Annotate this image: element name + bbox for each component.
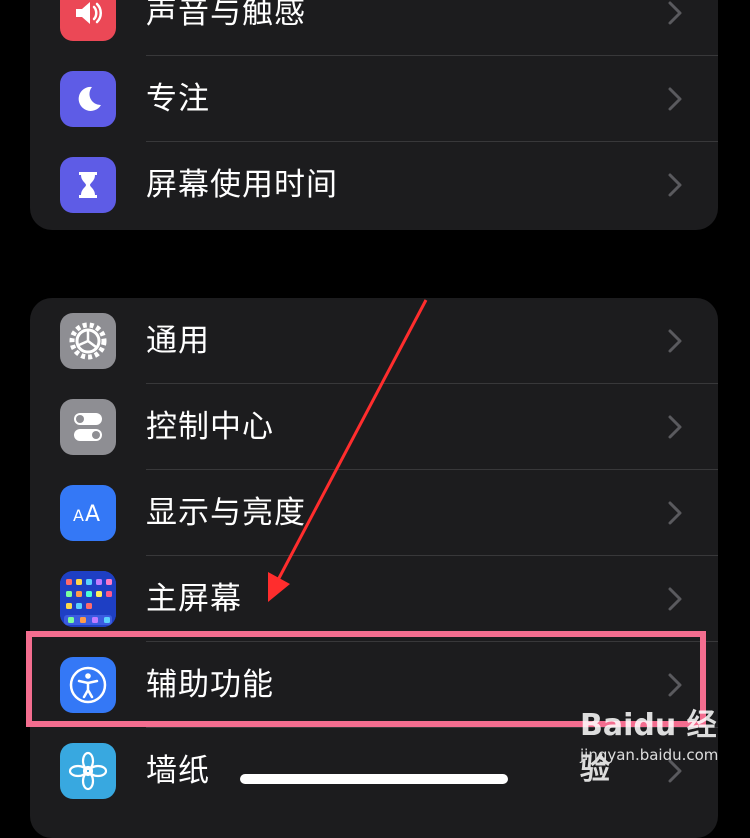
chevron-right-icon [660,84,690,114]
hourglass-icon [60,157,116,213]
row-label: 主屏幕 [146,581,242,617]
row-screen-time[interactable]: 屏幕使用时间 [30,142,718,228]
row-label: 墙纸 [146,753,210,789]
chevron-right-icon [660,498,690,528]
watermark-brand: Baidu 经验 [580,708,717,787]
row-general[interactable]: 通用 [30,298,718,384]
row-label: 通用 [146,323,210,359]
accessibility-icon [60,657,116,713]
chevron-right-icon [660,670,690,700]
settings-group-1: 声音与触感 专注 屏幕使用时间 [30,0,718,230]
chevron-right-icon [660,0,690,28]
row-label: 显示与亮度 [146,495,306,531]
gear-icon [60,313,116,369]
row-label: 声音与触感 [146,0,306,31]
row-label: 控制中心 [146,409,274,445]
svg-text:A: A [73,506,84,525]
chevron-right-icon [660,326,690,356]
home-screen-icon [60,571,116,627]
chevron-right-icon [660,412,690,442]
text-size-icon: AA [60,485,116,541]
row-display-brightness[interactable]: AA 显示与亮度 [30,470,718,556]
row-home-screen[interactable]: 主屏幕 [30,556,718,642]
row-label: 辅助功能 [146,667,274,703]
moon-icon [60,71,116,127]
row-label: 屏幕使用时间 [146,167,338,203]
row-label: 专注 [146,81,210,117]
watermark-url: jingyan.baidu.com [580,746,719,764]
toggle-icon [60,399,116,455]
home-indicator [240,774,508,784]
row-focus[interactable]: 专注 [30,56,718,142]
speaker-icon [60,0,116,41]
row-sounds[interactable]: 声音与触感 [30,0,718,56]
row-control-center[interactable]: 控制中心 [30,384,718,470]
flower-icon [60,743,116,799]
chevron-right-icon [660,584,690,614]
chevron-right-icon [660,170,690,200]
baidu-watermark: Baidu 经验 jingyan.baidu.com [580,700,730,787]
svg-text:A: A [85,502,100,527]
